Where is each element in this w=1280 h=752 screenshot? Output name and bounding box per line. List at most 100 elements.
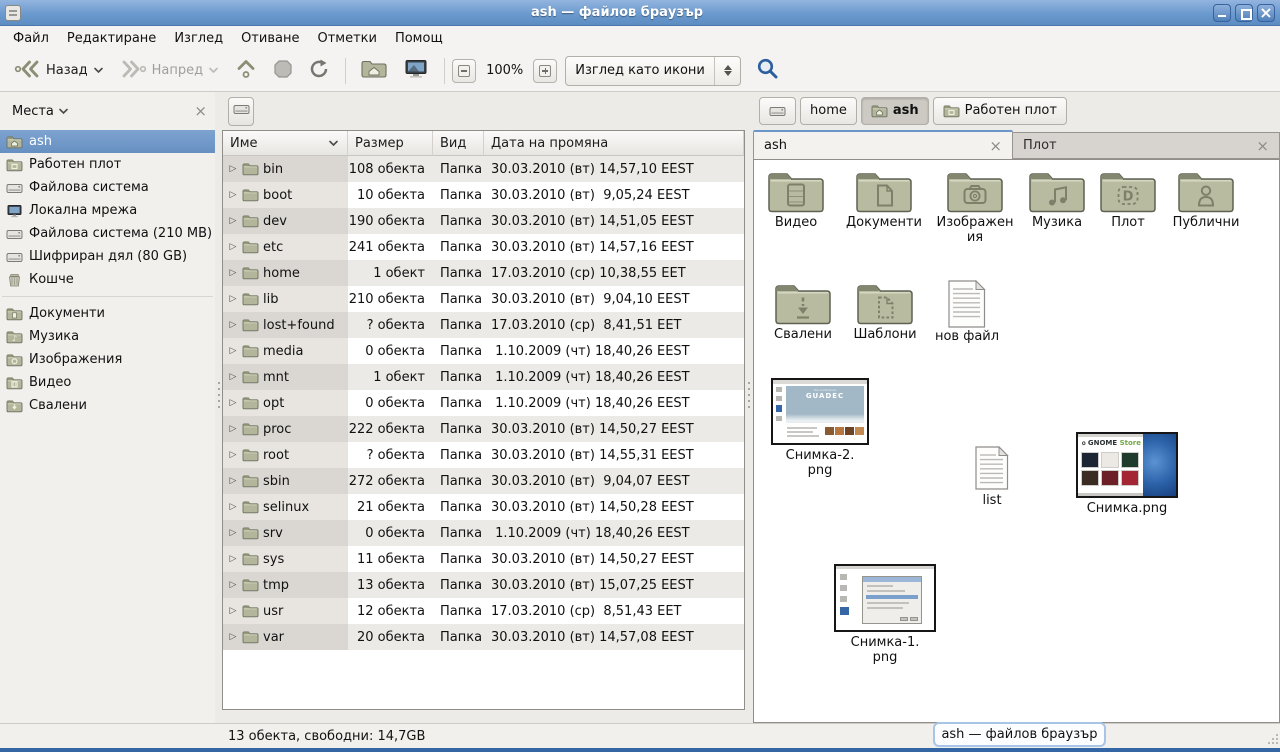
folder-item-видео[interactable]: Видео xyxy=(756,168,836,230)
file-row-dev[interactable]: ▷ dev 190 обекта Папка 30.03.2010 (вт) 1… xyxy=(223,208,744,234)
file-row-home[interactable]: ▷ home 1 обект Папка 17.03.2010 (ср) 10,… xyxy=(223,260,744,286)
expander-icon[interactable]: ▷ xyxy=(228,606,238,616)
sidebar-title[interactable]: Места xyxy=(12,104,54,119)
file-item-list[interactable]: list xyxy=(957,446,1027,508)
folder-item-нов-файл[interactable]: нов файл xyxy=(926,280,1008,344)
file-row-var[interactable]: ▷ var 20 обекта Папка 30.03.2010 (вт) 14… xyxy=(223,624,744,650)
back-button[interactable]: Назад xyxy=(6,55,112,87)
file-item-снимка-png[interactable]: ⲟ GNOME Store Снимка.png xyxy=(1076,432,1178,516)
file-row-root[interactable]: ▷ root ? обекта Папка 30.03.2010 (вт) 14… xyxy=(223,442,744,468)
sidebar-item-свалени[interactable]: Свалени xyxy=(0,394,215,417)
file-item-снимка-2-png[interactable]: the conferenceGUADEC Снимка-2.png xyxy=(771,378,869,479)
search-button[interactable] xyxy=(751,55,785,87)
stop-button[interactable] xyxy=(265,55,301,87)
file-row-sys[interactable]: ▷ sys 11 обекта Папка 30.03.2010 (вт) 14… xyxy=(223,546,744,572)
tab-Плот[interactable]: Плот× xyxy=(1013,132,1280,159)
file-row-etc[interactable]: ▷ etc 241 обекта Папка 30.03.2010 (вт) 1… xyxy=(223,234,744,260)
breadcrumb-button-filesystem[interactable] xyxy=(759,97,796,125)
column-header-1[interactable]: Име xyxy=(223,131,348,156)
expander-icon[interactable]: ▷ xyxy=(228,242,238,252)
view-mode-select[interactable]: Изглед като икони xyxy=(565,56,741,86)
sidebar-close-icon[interactable]: × xyxy=(194,102,207,120)
sidebar-item-музика[interactable]: ♪Музика xyxy=(0,325,215,348)
sidebar-item-видео[interactable]: Видео xyxy=(0,371,215,394)
file-row-tmp[interactable]: ▷ tmp 13 обекта Папка 30.03.2010 (вт) 15… xyxy=(223,572,744,598)
menu-1[interactable]: Файл xyxy=(4,28,58,49)
home-button[interactable] xyxy=(353,55,395,87)
column-header-4[interactable]: Дата на промяна xyxy=(484,131,744,156)
forward-button[interactable]: Напред xyxy=(112,55,227,87)
menu-2[interactable]: Редактиране xyxy=(58,28,165,49)
pane-splitter-right[interactable] xyxy=(745,92,753,723)
sidebar-item-локална-мрежа[interactable]: Локална мрежа xyxy=(0,199,215,222)
breadcrumb-button-ash[interactable]: ash xyxy=(861,97,929,125)
sidebar-dropdown-icon[interactable] xyxy=(58,104,69,119)
file-row-mnt[interactable]: ▷ mnt 1 обект Папка 1.10.2009 (чт) 18,40… xyxy=(223,364,744,390)
expander-icon[interactable]: ▷ xyxy=(228,320,238,330)
file-row-lost+found[interactable]: ▷ lost+found ? обекта Папка 17.03.2010 (… xyxy=(223,312,744,338)
resize-grip[interactable] xyxy=(1266,734,1278,746)
file-row-proc[interactable]: ▷ proc 222 обекта Папка 30.03.2010 (вт) … xyxy=(223,416,744,442)
file-row-boot[interactable]: ▷ boot 10 обекта Папка 30.03.2010 (вт) 9… xyxy=(223,182,744,208)
expander-icon[interactable]: ▷ xyxy=(228,476,238,486)
file-row-media[interactable]: ▷ media 0 обекта Папка 1.10.2009 (чт) 18… xyxy=(223,338,744,364)
menu-5[interactable]: Отметки xyxy=(308,28,385,49)
expander-icon[interactable]: ▷ xyxy=(228,450,238,460)
close-button[interactable] xyxy=(1257,4,1275,22)
expander-icon[interactable]: ▷ xyxy=(228,190,238,200)
expander-icon[interactable]: ▷ xyxy=(228,164,238,174)
folder-item-изображения[interactable]: Изображения xyxy=(932,168,1018,246)
back-dropdown-icon[interactable] xyxy=(93,63,104,78)
expander-icon[interactable]: ▷ xyxy=(228,216,238,226)
file-row-lib[interactable]: ▷ lib 210 обекта Папка 30.03.2010 (вт) 9… xyxy=(223,286,744,312)
pane-splitter-left[interactable] xyxy=(215,92,222,723)
expander-icon[interactable]: ▷ xyxy=(228,632,238,642)
zoom-in-button[interactable] xyxy=(533,59,557,83)
icon-view[interactable]: Видео Документи Изображения Музика D Пло… xyxy=(753,159,1280,723)
menu-6[interactable]: Помощ xyxy=(386,28,452,49)
sidebar-item-файлова-система-210-mb-[interactable]: Файлова система (210 MB) xyxy=(0,222,215,245)
expander-icon[interactable]: ▷ xyxy=(228,424,238,434)
zoom-out-button[interactable] xyxy=(452,59,476,83)
menu-4[interactable]: Отиване xyxy=(232,28,308,49)
sidebar-item-файлова-система[interactable]: Файлова система xyxy=(0,176,215,199)
folder-item-шаблони[interactable]: Шаблони xyxy=(844,280,926,342)
menu-3[interactable]: Изглед xyxy=(165,28,232,49)
file-row-sbin[interactable]: ▷ sbin 272 обекта Папка 30.03.2010 (вт) … xyxy=(223,468,744,494)
computer-button[interactable] xyxy=(395,55,437,87)
sidebar-item-кошче[interactable]: Кошче xyxy=(0,268,215,291)
column-header-3[interactable]: Вид xyxy=(433,131,484,156)
folder-item-плот[interactable]: D Плот xyxy=(1096,168,1160,230)
reload-button[interactable] xyxy=(301,55,338,87)
file-row-selinux[interactable]: ▷ selinux 21 обекта Папка 30.03.2010 (вт… xyxy=(223,494,744,520)
folder-item-свалени[interactable]: Свалени xyxy=(762,280,844,342)
file-item-снимка-1-png[interactable]: Снимка-1.png xyxy=(834,564,936,666)
sidebar-item-работен-плот[interactable]: Работен плот xyxy=(0,153,215,176)
expander-icon[interactable]: ▷ xyxy=(228,268,238,278)
file-row-usr[interactable]: ▷ usr 12 обекта Папка 17.03.2010 (ср) 8,… xyxy=(223,598,744,624)
sidebar-item-ash[interactable]: ash xyxy=(0,130,215,153)
breadcrumb-button-home[interactable]: home xyxy=(800,97,857,125)
taskbar-window-button[interactable]: ash — файлов браузър xyxy=(933,722,1106,747)
expander-icon[interactable]: ▷ xyxy=(228,554,238,564)
maximize-button[interactable] xyxy=(1235,4,1253,22)
sidebar-item-изображения[interactable]: Изображения xyxy=(0,348,215,371)
minimize-button[interactable] xyxy=(1213,4,1231,22)
pathbar-root-button[interactable] xyxy=(228,97,254,126)
titlebar[interactable]: ash — файлов браузър xyxy=(0,0,1280,26)
folder-item-документи[interactable]: Документи xyxy=(836,168,932,230)
column-header-2[interactable]: Размер xyxy=(348,131,433,156)
expander-icon[interactable]: ▷ xyxy=(228,372,238,382)
file-row-srv[interactable]: ▷ srv 0 обекта Папка 1.10.2009 (чт) 18,4… xyxy=(223,520,744,546)
expander-icon[interactable]: ▷ xyxy=(228,398,238,408)
tab-ash[interactable]: ash× xyxy=(753,130,1013,159)
expander-icon[interactable]: ▷ xyxy=(228,528,238,538)
sidebar-item-документи[interactable]: Документи xyxy=(0,302,215,325)
expander-icon[interactable]: ▷ xyxy=(228,294,238,304)
breadcrumb-button-Работен плот[interactable]: Работен плот xyxy=(933,97,1067,125)
file-row-bin[interactable]: ▷ bin 108 обекта Папка 30.03.2010 (вт) 1… xyxy=(223,156,744,182)
up-button[interactable] xyxy=(227,55,265,87)
expander-icon[interactable]: ▷ xyxy=(228,580,238,590)
sidebar-item-шифриран-дял-80-gb-[interactable]: Шифриран дял (80 GB) xyxy=(0,245,215,268)
folder-item-публични[interactable]: Публични xyxy=(1160,168,1252,230)
